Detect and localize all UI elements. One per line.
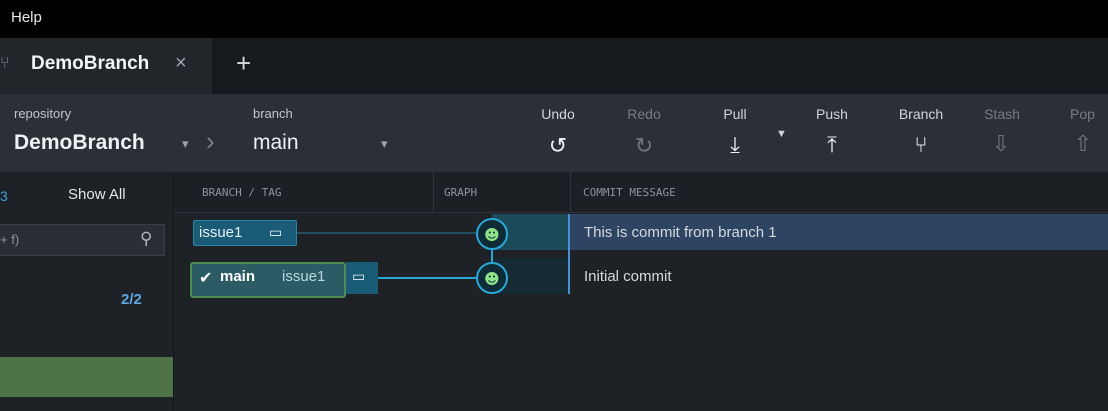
avatar-icon: ☻ [484, 270, 500, 288]
avatar-icon: ☻ [484, 226, 500, 244]
branch-tag-secondary: issue1 [282, 268, 326, 285]
commit-graph: ☻ ☻ [297, 218, 508, 294]
commit-message[interactable]: This is commit from branch 1 [584, 224, 777, 241]
branch-tag-label: main [220, 268, 256, 285]
commit-message[interactable]: Initial commit [584, 268, 672, 285]
local-branch-icon: ▭ [269, 224, 283, 240]
local-branch-icon: ▭ [352, 268, 366, 284]
branch-tag-label: issue1 [199, 224, 243, 241]
checkmark-icon: ✔ [199, 270, 213, 287]
